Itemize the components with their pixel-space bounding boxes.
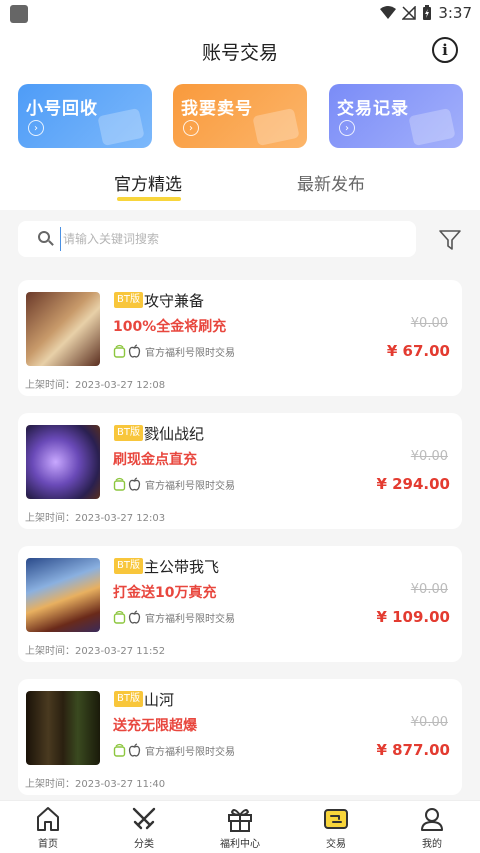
- bt-badge: BT版: [114, 691, 143, 707]
- tab-featured[interactable]: 官方精选: [114, 170, 182, 195]
- original-price: ¥0.00: [410, 316, 448, 331]
- notification-icon: [10, 5, 28, 23]
- nav-category[interactable]: 分类: [108, 805, 180, 853]
- tab-latest[interactable]: 最新发布: [297, 170, 365, 195]
- search-icon: [38, 231, 50, 243]
- game-name: 山河: [144, 691, 175, 709]
- price: ¥ 294.00: [376, 475, 450, 493]
- promo-text: 100%全金将刷充: [113, 319, 227, 335]
- wallet-icon: [97, 107, 145, 147]
- arrow-right-icon: ›: [28, 120, 44, 136]
- battery-charging-icon: [423, 5, 432, 20]
- apple-icon: [128, 477, 141, 491]
- platforms: 官方福利号限时交易: [113, 610, 235, 625]
- game-thumbnail: [26, 691, 100, 765]
- nav-category-label: 分类: [134, 839, 154, 850]
- nav-welfare[interactable]: 福利中心: [204, 805, 276, 853]
- nav-mine-label: 我的: [422, 839, 442, 850]
- listing-card[interactable]: BT版 戮仙战纪 刷现金点直充 官方福利号限时交易 ¥0.00 ¥ 294.00…: [18, 413, 462, 529]
- nav-trade[interactable]: 交易: [300, 805, 372, 853]
- wifi-icon: [380, 6, 397, 19]
- status-icons: 3:37: [380, 4, 472, 22]
- android-icon: [113, 743, 126, 757]
- sell-account-label: 我要卖号: [181, 99, 253, 119]
- info-icon[interactable]: i: [432, 37, 458, 63]
- apple-icon: [128, 610, 141, 624]
- platforms: 官方福利号限时交易: [113, 344, 235, 359]
- crossed-swords-icon: [132, 807, 156, 830]
- gift-icon: [228, 809, 252, 832]
- official-tag: 官方福利号限时交易: [145, 614, 235, 625]
- listing-card[interactable]: BT版 主公带我飞 打金送10万真充 官方福利号限时交易 ¥0.00 ¥ 109…: [18, 546, 462, 662]
- promo-text: 打金送10万真充: [113, 585, 217, 601]
- trade-records-card[interactable]: 交易记录 ›: [329, 84, 463, 148]
- coin-bag-icon: [252, 107, 300, 147]
- game-thumbnail: [26, 425, 100, 499]
- game-name: 戮仙战纪: [144, 425, 205, 443]
- game-thumbnail: [26, 558, 100, 632]
- trade-records-label: 交易记录: [337, 99, 409, 119]
- original-price: ¥0.00: [410, 449, 448, 464]
- bt-badge: BT版: [114, 425, 143, 441]
- listing-card[interactable]: BT版 山河 送充无限超爆 官方福利号限时交易 ¥0.00 ¥ 877.00 上…: [18, 679, 462, 795]
- official-tag: 官方福利号限时交易: [145, 747, 235, 758]
- home-icon: [37, 807, 59, 831]
- tab-active-indicator: [117, 197, 181, 201]
- nav-home-label: 首页: [38, 839, 58, 850]
- platforms: 官方福利号限时交易: [113, 743, 235, 758]
- filter-icon[interactable]: [438, 229, 462, 251]
- listing-card[interactable]: BT版 攻守兼备 100%全金将刷充 官方福利号限时交易 ¥0.00 ¥ 67.…: [18, 280, 462, 396]
- game-thumbnail: [26, 292, 100, 366]
- official-tag: 官方福利号限时交易: [145, 481, 235, 492]
- account-recycle-card[interactable]: 小号回收 ›: [18, 84, 152, 148]
- bt-badge: BT版: [114, 558, 143, 574]
- apple-icon: [128, 344, 141, 358]
- listed-time: 上架时间：2023-03-27 11:52: [25, 646, 166, 657]
- nav-mine[interactable]: 我的: [396, 805, 468, 853]
- nav-home[interactable]: 首页: [12, 805, 84, 853]
- status-time: 3:37: [438, 4, 472, 22]
- android-icon: [113, 477, 126, 491]
- promo-text: 送充无限超爆: [113, 718, 197, 734]
- price: ¥ 67.00: [386, 342, 450, 360]
- sell-account-card[interactable]: 我要卖号 ›: [173, 84, 307, 148]
- android-icon: [113, 610, 126, 624]
- apple-icon: [128, 743, 141, 757]
- game-name: 主公带我飞: [144, 558, 220, 576]
- app-header: 账号交易 i: [0, 28, 480, 74]
- listed-time: 上架时间：2023-03-27 12:03: [25, 513, 166, 524]
- no-signal-icon: [402, 6, 417, 20]
- search-input[interactable]: [60, 227, 400, 251]
- platforms: 官方福利号限时交易: [113, 477, 235, 492]
- page-title: 账号交易: [201, 42, 278, 64]
- status-bar: 3:37: [0, 0, 480, 28]
- android-icon: [113, 344, 126, 358]
- official-tag: 官方福利号限时交易: [145, 348, 235, 359]
- account-recycle-label: 小号回收: [26, 99, 98, 119]
- nav-trade-label: 交易: [326, 839, 346, 850]
- price: ¥ 877.00: [376, 741, 450, 759]
- promo-text: 刷现金点直充: [113, 452, 197, 468]
- price: ¥ 109.00: [376, 608, 450, 626]
- bottom-nav: 首页 分类 福利中心 交易 我的: [0, 800, 480, 853]
- listed-time: 上架时间：2023-03-27 11:40: [25, 779, 166, 790]
- bt-badge: BT版: [114, 292, 143, 308]
- arrow-right-icon: ›: [183, 120, 199, 136]
- card-icon: [408, 107, 456, 147]
- trade-icon: [324, 809, 348, 829]
- game-name: 攻守兼备: [144, 292, 205, 310]
- nav-welfare-label: 福利中心: [220, 839, 260, 850]
- user-icon: [421, 808, 443, 831]
- listed-time: 上架时间：2023-03-27 12:08: [25, 380, 166, 391]
- original-price: ¥0.00: [410, 582, 448, 597]
- arrow-right-icon: ›: [339, 120, 355, 136]
- search-box[interactable]: [18, 221, 416, 257]
- original-price: ¥0.00: [410, 715, 448, 730]
